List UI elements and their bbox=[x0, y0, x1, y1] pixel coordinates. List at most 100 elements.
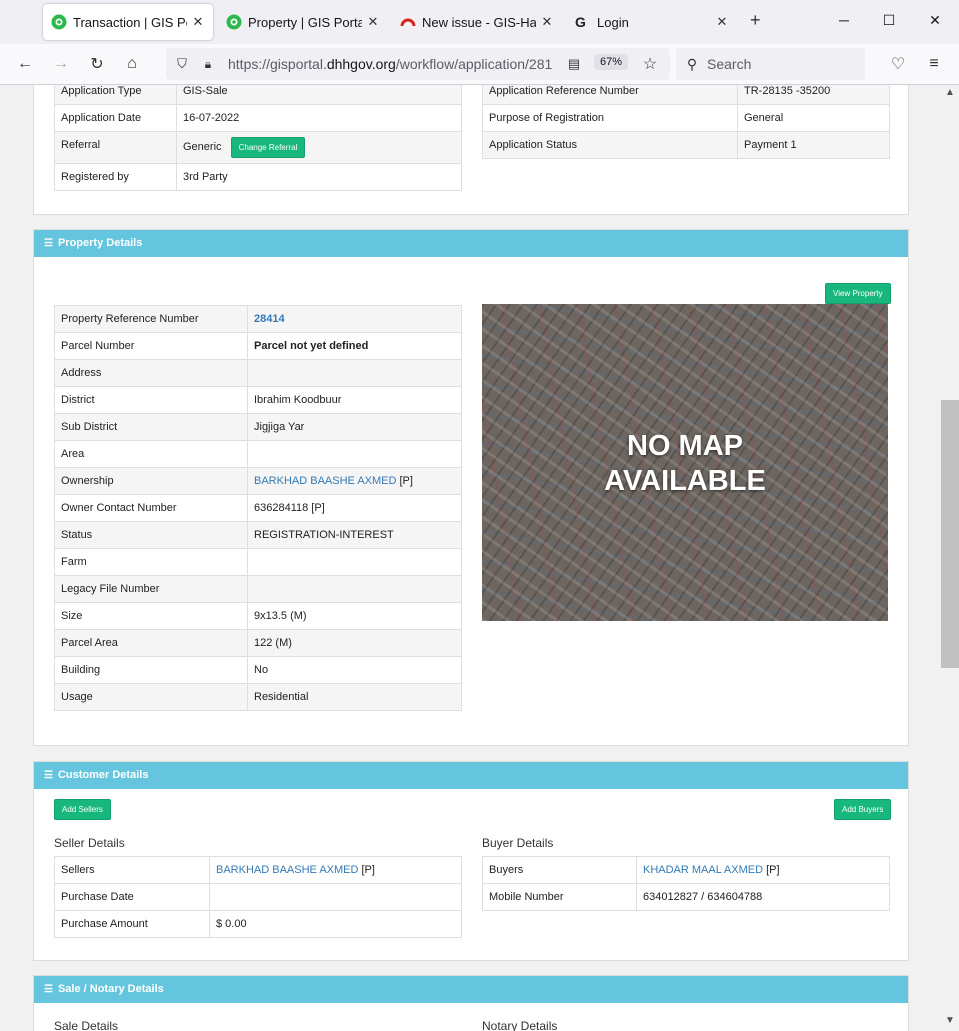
row-label: Registered by bbox=[54, 163, 177, 191]
bookmark-star-icon[interactable]: ☆ bbox=[640, 54, 660, 74]
tab-property[interactable]: Property | GIS Portal ✕ bbox=[218, 4, 388, 40]
tab-title: New issue - GIS-Harge bbox=[422, 14, 536, 30]
application-left-table: Application Type GIS-Sale Application Dat… bbox=[54, 85, 462, 191]
row-value: BARKHAD BAASHE AXMED [P] bbox=[247, 467, 462, 495]
list-icon: ☰ bbox=[44, 238, 53, 249]
minimize-icon[interactable]: ─ bbox=[834, 12, 854, 28]
sale-notary-header: ☰ Sale / Notary Details bbox=[34, 976, 908, 1003]
no-map-text: NO MAP AVAILABLE bbox=[604, 430, 766, 497]
pocket-icon[interactable]: ♡ bbox=[888, 54, 908, 74]
table-row: Area bbox=[54, 440, 462, 468]
url-text[interactable]: https://gisportal.dhhgov.org/workflow/ap… bbox=[228, 56, 558, 72]
forward-icon[interactable]: → bbox=[51, 54, 71, 74]
table-row: Sub District Jigjiga Yar bbox=[54, 413, 462, 441]
close-tab-icon[interactable]: ✕ bbox=[191, 14, 205, 30]
tab-login[interactable]: G Login ✕ bbox=[567, 4, 737, 40]
gis-portal-icon bbox=[51, 14, 67, 30]
row-label: Application Reference Number bbox=[482, 85, 738, 105]
row-value: KHADAR MAAL AXMED [P] bbox=[636, 856, 890, 884]
reload-icon[interactable]: ↻ bbox=[87, 54, 107, 74]
row-label: District bbox=[54, 386, 248, 414]
page-scrollbar[interactable]: ▲ ▼ bbox=[941, 85, 959, 1031]
buyer-link[interactable]: KHADAR MAAL AXMED bbox=[643, 864, 763, 876]
search-icon: ⚲ bbox=[686, 55, 698, 72]
zoom-level[interactable]: 67% bbox=[594, 54, 629, 70]
tab-transaction[interactable]: Transaction | GIS Portal ✕ bbox=[43, 4, 213, 40]
row-label: Size bbox=[54, 602, 248, 630]
google-icon: G bbox=[575, 14, 586, 30]
row-label: Farm bbox=[54, 548, 248, 576]
close-tab-icon[interactable]: ✕ bbox=[366, 14, 380, 30]
row-value: BARKHAD BAASHE AXMED [P] bbox=[209, 856, 462, 884]
owner-link[interactable]: BARKHAD BAASHE AXMED bbox=[254, 475, 396, 487]
table-row: Ownership BARKHAD BAASHE AXMED [P] bbox=[54, 467, 462, 495]
seller-table: Sellers BARKHAD BAASHE AXMED [P] Purchase… bbox=[54, 856, 462, 938]
row-value: GIS-Sale bbox=[176, 85, 462, 105]
maximize-icon[interactable]: ☐ bbox=[879, 12, 899, 29]
back-icon[interactable]: ← bbox=[15, 54, 35, 74]
window-close-icon[interactable]: ✕ bbox=[925, 12, 945, 29]
row-value: Parcel not yet defined bbox=[247, 332, 462, 360]
row-label: Building bbox=[54, 656, 248, 684]
row-value: Generic Change Referral bbox=[176, 131, 462, 164]
row-value: TR-28135 -35200 bbox=[737, 85, 890, 105]
close-tab-icon[interactable]: ✕ bbox=[540, 14, 554, 30]
map-placeholder-image: NO MAP AVAILABLE bbox=[482, 304, 888, 621]
gitlab-icon bbox=[400, 18, 416, 27]
page-viewport: Application Type GIS-Sale Application Dat… bbox=[0, 85, 941, 1031]
seller-details-title: Seller Details bbox=[54, 836, 125, 850]
sale-notary-panel: ☰ Sale / Notary Details Sale Details Nota… bbox=[33, 975, 909, 1031]
panel-title: Property Details bbox=[57, 237, 143, 249]
reader-view-icon[interactable]: ▤ bbox=[564, 54, 584, 74]
row-value: No bbox=[247, 656, 462, 684]
shield-icon[interactable]: ⛉ bbox=[172, 54, 192, 74]
search-input[interactable]: ⚲ Search bbox=[676, 48, 865, 80]
row-value: Payment 1 bbox=[737, 131, 890, 159]
table-row: Buyers KHADAR MAAL AXMED [P] bbox=[482, 856, 890, 884]
add-buyers-button[interactable]: Add Buyers bbox=[834, 799, 892, 820]
row-value: 636284118 [P] bbox=[247, 494, 462, 522]
url-bar[interactable]: ⛉ 🔒︎ https://gisportal.dhhgov.org/workfl… bbox=[166, 48, 670, 80]
row-value bbox=[247, 548, 462, 576]
new-tab-icon[interactable]: + bbox=[750, 10, 761, 31]
table-row: Property Reference Number 28414 bbox=[54, 305, 462, 333]
table-row: Purpose of Registration General bbox=[482, 104, 890, 132]
scroll-thumb[interactable] bbox=[941, 400, 959, 668]
close-tab-icon[interactable]: ✕ bbox=[715, 14, 729, 30]
row-label: Mobile Number bbox=[482, 883, 637, 911]
browser-nav-bar: ← → ↻ ⌂ ⛉ 🔒︎ https://gisportal.dhhgov.or… bbox=[0, 44, 959, 85]
row-value: 122 (M) bbox=[247, 629, 462, 657]
add-sellers-button[interactable]: Add Sellers bbox=[54, 799, 111, 820]
change-referral-button[interactable]: Change Referral bbox=[230, 137, 306, 158]
row-label: Status bbox=[54, 521, 248, 549]
row-label: Application Type bbox=[54, 85, 177, 105]
scroll-down-icon[interactable]: ▼ bbox=[945, 1015, 955, 1026]
table-row: Purchase Date bbox=[54, 883, 462, 911]
referral-value: Generic bbox=[183, 141, 222, 153]
table-row: Size 9x13.5 (M) bbox=[54, 602, 462, 630]
row-label: Application Date bbox=[54, 104, 177, 132]
table-row: Application Date 16-07-2022 bbox=[54, 104, 462, 132]
table-row: Application Reference Number TR-28135 -35… bbox=[482, 85, 890, 105]
view-property-button[interactable]: View Property bbox=[825, 283, 891, 304]
table-row: Legacy File Number bbox=[54, 575, 462, 603]
table-row: Owner Contact Number 636284118 [P] bbox=[54, 494, 462, 522]
row-value: 3rd Party bbox=[176, 163, 462, 191]
buyer-type: [P] bbox=[763, 864, 780, 876]
application-right-table: Application Reference Number TR-28135 -35… bbox=[482, 85, 890, 159]
scroll-up-icon[interactable]: ▲ bbox=[945, 87, 955, 98]
tab-title: Login bbox=[597, 14, 629, 30]
menu-icon[interactable]: ≡ bbox=[924, 54, 944, 74]
table-row: Address bbox=[54, 359, 462, 387]
gis-portal-icon bbox=[226, 14, 242, 30]
row-label: Sub District bbox=[54, 413, 248, 441]
table-row: Parcel Number Parcel not yet defined bbox=[54, 332, 462, 360]
seller-link[interactable]: BARKHAD BAASHE AXMED bbox=[216, 864, 358, 876]
home-icon[interactable]: ⌂ bbox=[122, 54, 142, 74]
lock-icon[interactable]: 🔒︎ bbox=[198, 54, 218, 74]
tab-new-issue[interactable]: New issue - GIS-Harge ✕ bbox=[392, 4, 562, 40]
property-reference-link[interactable]: 28414 bbox=[247, 305, 462, 333]
seller-type: [P] bbox=[358, 864, 375, 876]
table-row: Parcel Area 122 (M) bbox=[54, 629, 462, 657]
tab-title: Transaction | GIS Portal bbox=[73, 14, 187, 30]
